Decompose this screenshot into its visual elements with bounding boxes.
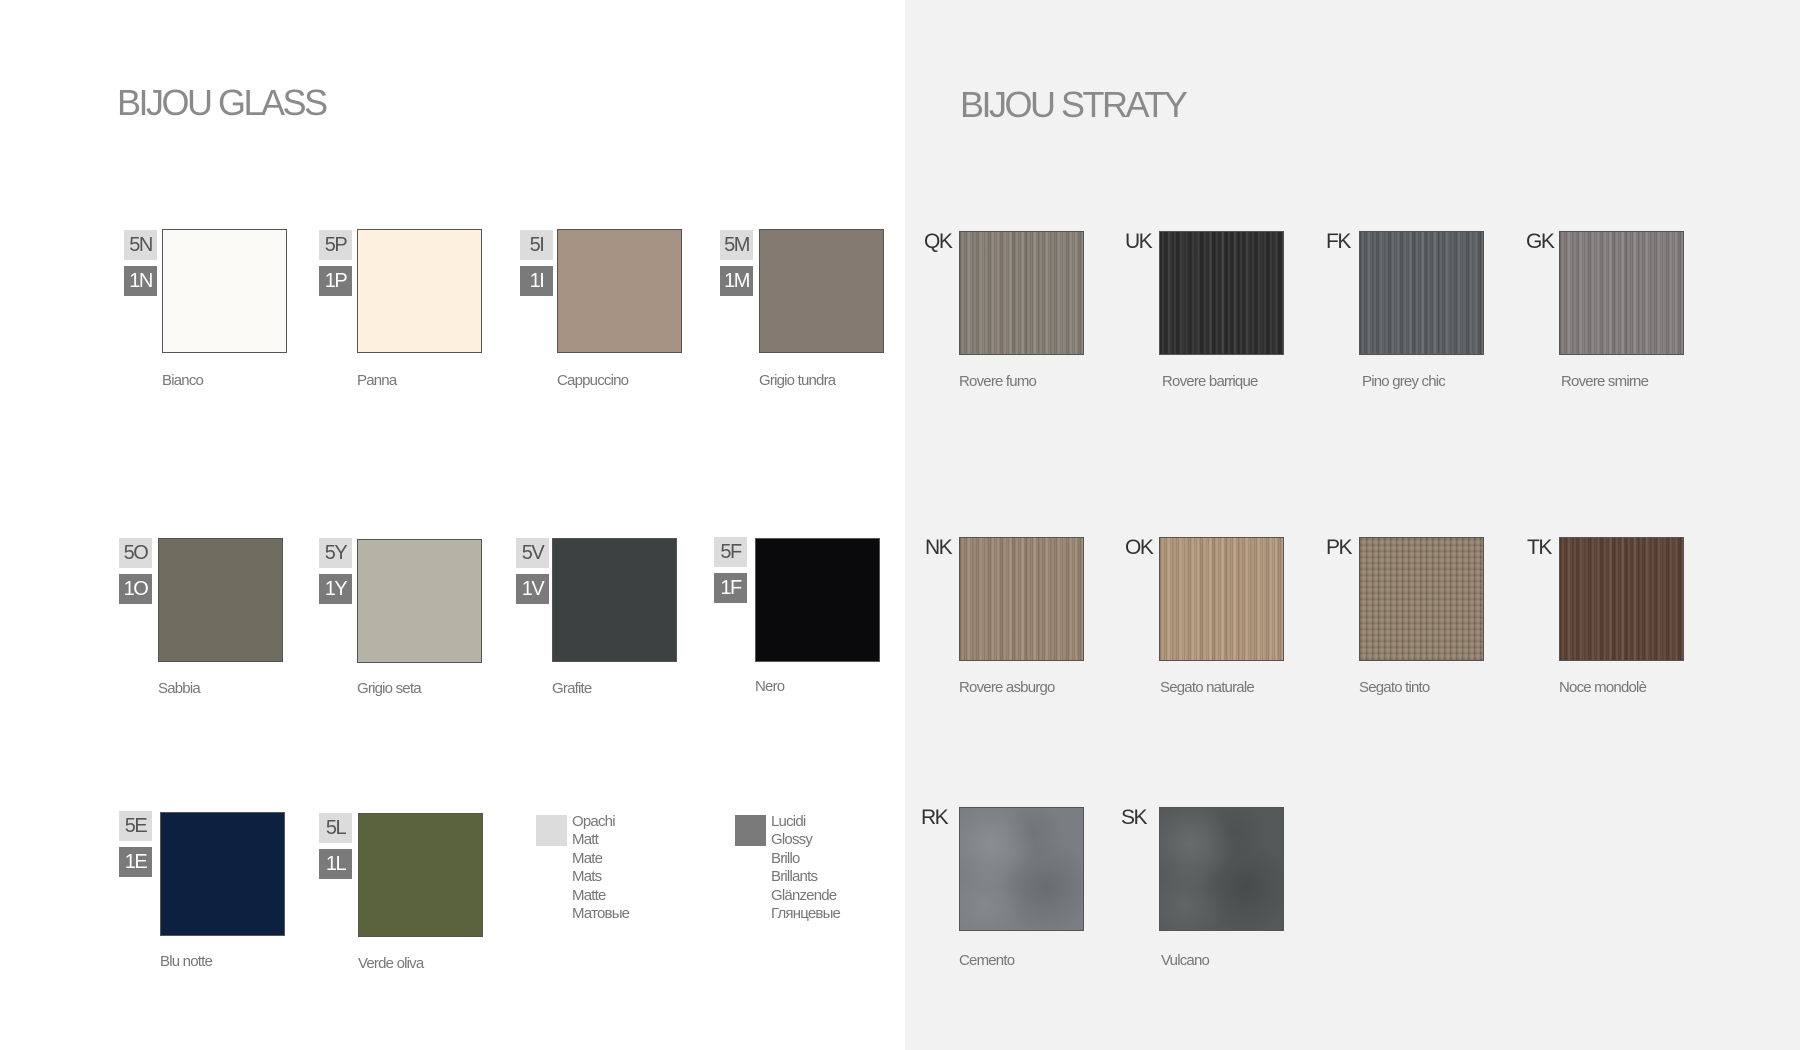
matt-legend-line: Mats: [572, 868, 602, 886]
glossy-legend-line: Brillants: [771, 868, 818, 886]
matt-legend-line: Matte: [572, 886, 606, 904]
color-swatch[interactable]: [158, 538, 283, 662]
color-swatch[interactable]: [357, 229, 482, 353]
swatch-label: Panna: [357, 372, 397, 389]
finish-code: SK: [1121, 806, 1148, 829]
gloss-code-badge: 1L: [319, 849, 352, 879]
glossy-legend-line: Glänzende: [771, 886, 837, 904]
swatch-label: Cemento: [959, 952, 1015, 969]
glossy-legend-line: Lucidi: [771, 813, 806, 830]
swatch-label: Pino grey chic: [1362, 373, 1446, 390]
finish-swatch[interactable]: [1159, 807, 1284, 931]
matt-code-badge: 5O: [119, 538, 152, 568]
gloss-code-badge: 1F: [714, 573, 747, 603]
gloss-code-badge: 1Y: [319, 574, 352, 604]
swatch-label: Verde oliva: [358, 955, 424, 972]
matt-legend-line: Mate: [572, 849, 603, 867]
matt-legend-text: Opachi Matt Mate Mats Matte Матовые: [572, 813, 630, 923]
swatch-label: Grigio seta: [357, 680, 422, 697]
swatch-label: Bianco: [162, 372, 204, 389]
gloss-code-badge: 1M: [720, 266, 753, 296]
finish-code: PK: [1326, 536, 1353, 559]
gloss-code-badge: 1V: [516, 574, 549, 604]
gloss-code-badge: 1I: [520, 266, 553, 296]
finish-code: UK: [1125, 230, 1153, 253]
color-swatch[interactable]: [552, 538, 677, 662]
glossy-legend-text: Lucidi Glossy Brillo Brillants Glänzende…: [771, 813, 841, 923]
swatch-label: Blu notte: [160, 953, 213, 970]
finish-swatch[interactable]: [959, 231, 1084, 355]
color-swatch[interactable]: [557, 229, 682, 353]
finish-swatch[interactable]: [1559, 231, 1684, 355]
gloss-code-badge: 1P: [319, 266, 352, 296]
finish-swatch[interactable]: [1159, 231, 1284, 355]
finish-code: GK: [1526, 230, 1555, 253]
color-swatch[interactable]: [160, 812, 285, 936]
swatch-label: Segato tinto: [1359, 679, 1430, 696]
glossy-legend-swatch: [735, 815, 766, 846]
color-swatch[interactable]: [162, 229, 287, 353]
color-swatch[interactable]: [358, 813, 483, 937]
finish-swatch[interactable]: [1159, 537, 1284, 661]
finish-code: FK: [1326, 230, 1351, 253]
matt-legend-line: Opachi: [572, 813, 616, 830]
matt-legend-swatch: [536, 815, 567, 846]
bijou-straty-title: BIJOU STRATY: [960, 84, 1188, 125]
matt-code-badge: 5I: [520, 230, 553, 260]
gloss-code-badge: 1E: [119, 847, 152, 877]
swatch-label: Rovere smirne: [1561, 373, 1649, 390]
finish-swatch[interactable]: [1359, 231, 1484, 355]
gloss-code-badge: 1N: [124, 266, 157, 296]
finish-swatch[interactable]: [1359, 537, 1484, 661]
swatch-label: Cappuccino: [557, 372, 629, 389]
swatch-label: Grafite: [552, 680, 592, 697]
bijou-glass-title: BIJOU GLASS: [117, 82, 328, 123]
finish-code: OK: [1125, 536, 1154, 559]
glossy-legend-line: Brillo: [771, 849, 800, 867]
matt-code-badge: 5P: [319, 230, 352, 260]
glossy-legend-line: Глянцевые: [771, 905, 841, 923]
matt-legend-line: Matt: [572, 831, 599, 849]
color-swatch[interactable]: [755, 538, 880, 662]
matt-code-badge: 5E: [119, 811, 152, 841]
swatch-label: Segato naturale: [1160, 679, 1255, 696]
matt-code-badge: 5M: [720, 230, 753, 260]
finish-code: TK: [1527, 536, 1552, 559]
swatch-label: Rovere asburgo: [959, 679, 1055, 696]
swatch-label: Rovere barrique: [1162, 373, 1258, 390]
color-swatch[interactable]: [759, 229, 884, 353]
swatch-label: Grigio tundra: [759, 372, 836, 389]
swatch-label: Sabbia: [158, 680, 201, 697]
matt-code-badge: 5Y: [319, 538, 352, 568]
color-swatch[interactable]: [357, 539, 482, 663]
matt-legend-line: Матовые: [572, 905, 630, 923]
glossy-legend-line: Glossy: [771, 831, 813, 849]
finish-code: NK: [925, 536, 953, 559]
matt-code-badge: 5F: [714, 537, 747, 567]
finish-swatch[interactable]: [959, 807, 1084, 931]
matt-code-badge: 5L: [319, 813, 352, 843]
gloss-code-badge: 1O: [119, 574, 152, 604]
matt-code-badge: 5V: [516, 538, 549, 568]
finish-swatch[interactable]: [959, 537, 1084, 661]
swatch-label: Vulcano: [1161, 952, 1210, 969]
finish-swatch[interactable]: [1559, 537, 1684, 661]
swatch-label: Rovere fumo: [959, 373, 1037, 390]
swatch-label: Noce mondolè: [1559, 679, 1647, 696]
finish-code: RK: [921, 806, 949, 829]
finish-code: QK: [924, 230, 953, 253]
swatch-label: Nero: [755, 678, 785, 695]
matt-code-badge: 5N: [124, 230, 157, 260]
